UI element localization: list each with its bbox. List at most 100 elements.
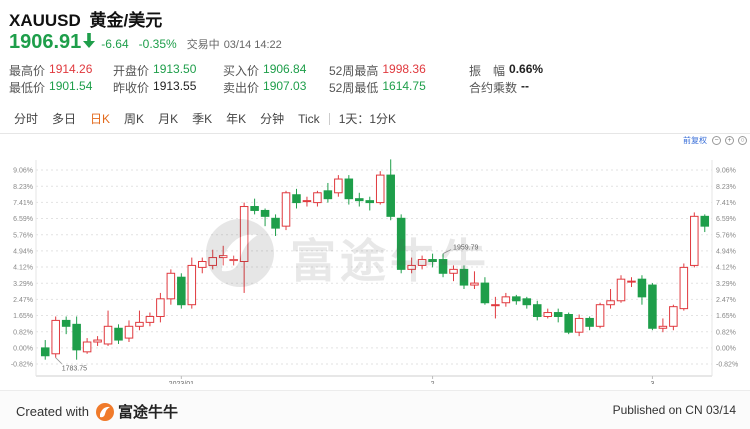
candle-body-up [302,200,312,203]
y-tick-label-left: 1.65% [13,313,33,320]
reset-view-button[interactable]: ○ [738,136,747,145]
candle-body-up [679,266,689,310]
stat-value: 1914.26 [49,62,93,76]
y-tick-label-right: 0.82% [716,329,736,336]
stat-cell: 最低价 1901.54 [9,79,113,96]
adjust-link[interactable]: 前复权 [683,135,707,146]
candle-body-up [187,264,197,306]
stat-label: 昨收价 [113,81,150,95]
footer: Created with 富途牛牛 Published on CN 03/14 [0,390,750,429]
tab-1[interactable]: 分时 [7,108,45,130]
y-tick-label-right: 6.59% [716,216,736,223]
candle-body-down [292,194,301,204]
candle-body-down [637,278,647,298]
candle-body-down [585,317,594,327]
stat-label: 52周最低 [329,81,379,95]
tab-separator [328,113,330,125]
candle-body-down [459,268,469,286]
y-tick-label-right: 1.65% [716,313,736,320]
low-annotation: 1783.75 [62,366,87,373]
y-tick-label-left: -0.82% [11,362,33,369]
y-tick-label-left: 8.23% [13,184,33,191]
stat-value: 1614.75 [382,79,426,93]
candle-body-up [135,321,144,327]
candle-body-up [124,325,134,339]
tab-3[interactable]: 日K [83,108,117,130]
candle-body-down [386,174,395,217]
candle-body-up [669,306,678,327]
price-change: -6.64 [101,37,129,51]
tab-7[interactable]: 年K [219,108,253,130]
y-tick-label-right: 4.94% [716,248,736,255]
candle-body-up [51,319,60,355]
candle-body-up [449,268,458,274]
candle-body-down [532,304,542,317]
y-tick-label-right: -0.82% [716,362,738,369]
stat-label: 开盘价 [113,64,150,78]
candle-body-up [595,304,605,327]
price-row: 1906.91 -6.64 -0.35% 交易中 03/14 14:22 [9,31,282,55]
stat-value: 1913.55 [153,79,197,93]
x-tick-label: 3 [650,381,654,384]
published-date: Published on CN 03/14 [612,403,736,417]
tab-2[interactable]: 多日 [45,108,83,130]
stat-label: 52周最高 [329,64,379,78]
candle-body-up [417,259,427,266]
tab-10[interactable]: 1天：1分K [332,108,403,130]
candle-body-down [564,314,573,333]
candle-body-up [334,178,343,194]
stats-row: 最低价 1901.54 昨收价 1913.55 卖出价 1907.03 52周最低 1614.… [9,79,559,96]
candle-body-down [438,259,448,274]
candle-body-up [606,300,615,306]
y-tick-label-right: 4.12% [716,265,736,272]
stat-cell: 52周最高 1998.36 [329,62,469,79]
stat-cell: 合约乘数 -- [469,79,559,96]
x-tick-label: 2 [431,381,435,384]
zoom-out-button[interactable]: − [712,136,721,145]
stat-value: 1913.50 [153,62,197,76]
candle-body-down [271,217,280,229]
candle-body-down [40,347,50,357]
tab-5[interactable]: 月K [151,108,185,130]
y-tick-label-left: 7.41% [13,200,33,207]
stat-cell: 最高价 1914.26 [9,62,113,79]
high-annotation: 1959.79 [453,245,478,252]
instrument-name: 黄金/美元 [89,11,163,30]
tab-6[interactable]: 季K [185,108,219,130]
annotation-line [442,249,452,255]
candle-body-down [553,312,563,317]
tab-4[interactable]: 周K [117,108,151,130]
candle-body-up [658,325,668,329]
zoom-in-button[interactable]: + [725,136,734,145]
candle-body-up [616,278,626,302]
candle-body-up [145,315,155,323]
tab-8[interactable]: 分钟 [253,108,291,130]
candle-body-down [648,284,657,329]
candle-body-up [218,255,228,259]
stat-label: 振 幅 [469,64,506,78]
chart-svg[interactable]: 9.06% 9.06% 8.23% 8.23% 7.41% 7.41% 6.59% 6.59%… [0,134,750,384]
y-tick-label-left: 2.47% [13,297,33,304]
stat-value: 1998.36 [382,62,426,76]
candle-body-up [229,259,238,262]
y-tick-label-left: 4.94% [13,248,33,255]
y-tick-label-right: 7.41% [716,200,736,207]
y-tick-label-right: 8.23% [716,184,736,191]
candle-body-down [480,282,490,304]
stat-label: 买入价 [223,64,260,78]
price-change-pct: -0.35% [138,37,177,51]
candlestick-chart[interactable]: 9.06% 9.06% 8.23% 8.23% 7.41% 7.41% 6.59% 6.59%… [0,134,750,384]
candle-body-down [428,259,437,263]
candle-body-up [491,304,500,307]
candle-body-down [72,323,81,351]
stat-value: 0.66% [509,62,544,76]
annotation-line [55,357,62,364]
y-tick-label-left: 6.59% [13,216,33,223]
candle-body-up [197,261,207,268]
candle-body-up [543,312,553,317]
quote-stats: 最高价 1914.26 开盘价 1913.50 买入价 1906.84 52周最高 1998.… [9,62,559,96]
tab-9[interactable]: Tick [291,108,327,130]
y-tick-label-left: 0.00% [13,345,33,352]
candle-body-up [281,192,291,227]
stat-label: 最低价 [9,81,46,95]
